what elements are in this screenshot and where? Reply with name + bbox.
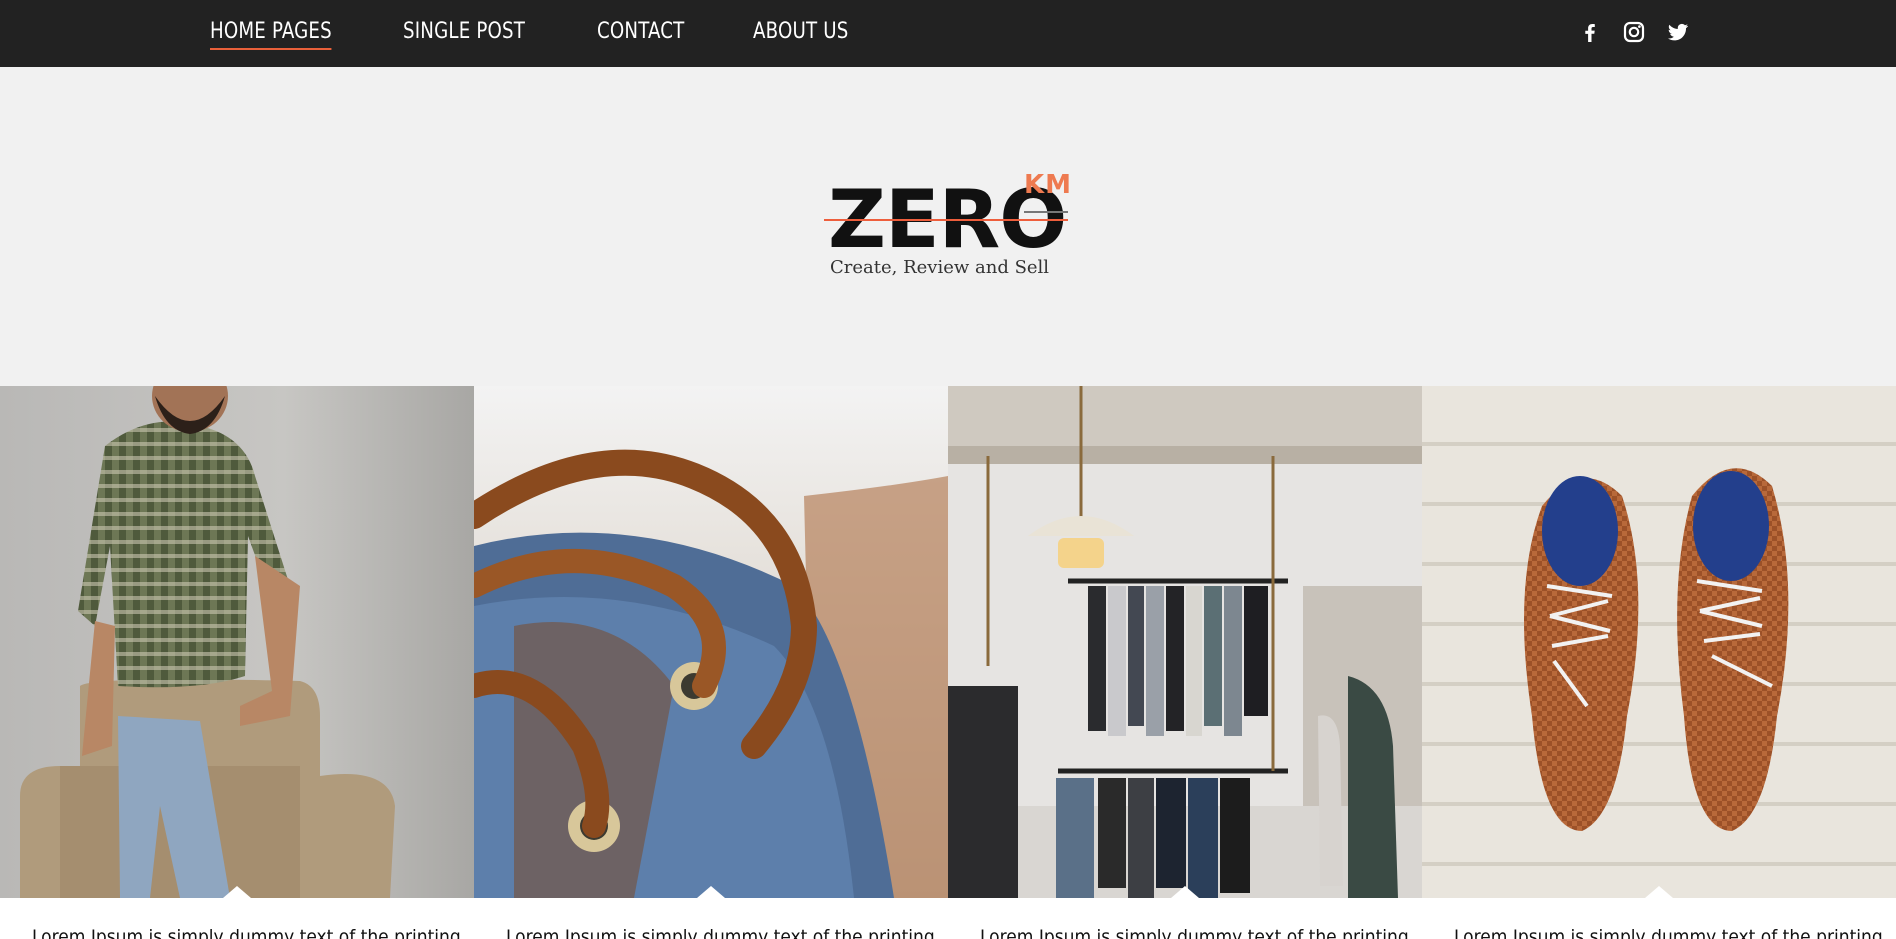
tile-notch (223, 886, 251, 898)
gallery-tile[interactable] (474, 386, 948, 898)
tile-caption[interactable]: Lorem Ipsum is simply dummy text of the … (0, 898, 474, 939)
nav-contact[interactable]: CONTACT (597, 19, 684, 50)
header-banner: ZERO KM (0, 67, 1896, 386)
nav-about-us[interactable]: ABOUT US (753, 19, 849, 50)
shoe-laces-closeup-photo (474, 386, 948, 898)
tile-caption[interactable]: Lorem Ipsum is simply dummy text of the … (474, 898, 948, 939)
gallery-tile[interactable] (0, 386, 474, 898)
main-nav: HOME PAGES SINGLE POST CONTACT ABOUT US (210, 0, 918, 67)
top-navbar: HOME PAGES SINGLE POST CONTACT ABOUT US (0, 0, 1896, 67)
gallery-grid (0, 386, 1896, 898)
logo-strike-line (824, 219, 1068, 221)
nav-single-post[interactable]: SINGLE POST (403, 19, 525, 50)
social-links (1578, 20, 1690, 44)
tile-notch (1171, 886, 1199, 898)
brown-leather-shoes-photo (1422, 386, 1896, 898)
logo-tagline: Create, Review and Sell (830, 257, 1050, 278)
gallery-tile[interactable] (1422, 386, 1896, 898)
nav-home-pages[interactable]: HOME PAGES (210, 19, 333, 50)
twitter-icon[interactable] (1666, 20, 1690, 44)
gallery-captions: Lorem Ipsum is simply dummy text of the … (0, 898, 1896, 939)
tile-notch (1645, 886, 1673, 898)
logo-superscript: KM (1024, 170, 1073, 200)
facebook-icon[interactable] (1578, 20, 1602, 44)
logo-km-line (1024, 211, 1068, 213)
gallery-tile[interactable] (948, 386, 1422, 898)
man-in-plaid-shirt-photo (0, 386, 474, 898)
tile-notch (697, 886, 725, 898)
tile-caption[interactable]: Lorem Ipsum is simply dummy text of the … (948, 898, 1422, 939)
clothing-store-rack-photo (948, 386, 1422, 898)
tile-caption[interactable]: Lorem Ipsum is simply dummy text of the … (1422, 898, 1896, 939)
instagram-icon[interactable] (1622, 20, 1646, 44)
